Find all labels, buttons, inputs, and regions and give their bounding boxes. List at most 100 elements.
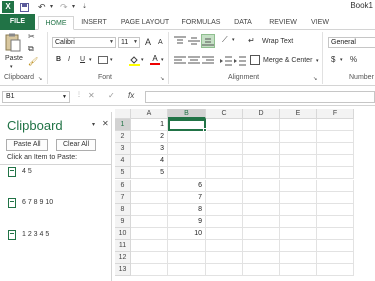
cell-C13[interactable] [206, 264, 243, 277]
fill-color-dropdown-icon[interactable]: ▾ [141, 55, 144, 65]
cell-B13[interactable] [168, 264, 206, 277]
cell-F9[interactable] [317, 215, 354, 228]
row-header-9[interactable]: 9 [115, 215, 131, 228]
tab-review[interactable]: REVIEW [264, 16, 302, 30]
merge-center-icon[interactable] [250, 55, 260, 65]
undo-dropdown-icon[interactable]: ▾ [50, 1, 53, 13]
paste-all-button[interactable]: Paste All [6, 139, 48, 151]
cell-F2[interactable] [317, 131, 354, 144]
insert-function-icon[interactable]: fx [128, 91, 134, 100]
tab-view[interactable]: VIEW [306, 16, 334, 30]
redo-dropdown-icon[interactable]: ▾ [72, 1, 75, 13]
paste-button[interactable]: Paste [5, 54, 23, 64]
cell-D12[interactable] [243, 252, 280, 265]
fill-color-icon[interactable] [129, 55, 140, 66]
cell-B1[interactable] [168, 119, 207, 133]
underline-button[interactable]: U [80, 55, 85, 65]
wrap-text-button[interactable]: Wrap Text [262, 37, 293, 47]
cell-D10[interactable] [243, 227, 280, 240]
cell-C5[interactable] [206, 167, 243, 180]
font-launcher-icon[interactable]: ↘ [160, 74, 164, 84]
align-middle-icon[interactable] [188, 36, 200, 46]
cell-D13[interactable] [243, 264, 280, 277]
cell-F13[interactable] [317, 264, 354, 277]
wrap-text-icon[interactable]: ↵ [248, 36, 255, 46]
decrease-indent-icon[interactable] [220, 56, 232, 66]
clear-all-button[interactable]: Clear All [56, 139, 96, 151]
cell-C12[interactable] [206, 252, 243, 265]
cell-F6[interactable] [317, 179, 354, 192]
align-right-icon[interactable] [202, 56, 214, 66]
italic-button[interactable]: I [68, 55, 70, 65]
align-center-icon[interactable] [188, 56, 200, 66]
cell-A11[interactable] [131, 240, 168, 253]
grow-font-button[interactable]: A [145, 37, 151, 47]
cell-E9[interactable] [280, 215, 317, 228]
number-format-select[interactable]: General [328, 37, 375, 48]
cell-C11[interactable] [206, 240, 243, 253]
formula-input[interactable] [145, 91, 375, 103]
row-header-8[interactable]: 8 [115, 203, 131, 216]
row-header-3[interactable]: 3 [115, 143, 131, 156]
column-header-D[interactable]: D [243, 109, 280, 119]
tab-home[interactable]: HOME [38, 16, 74, 30]
column-header-E[interactable]: E [280, 109, 317, 119]
cell-E11[interactable] [280, 240, 317, 253]
cell-A8[interactable] [131, 203, 168, 216]
cell-E12[interactable] [280, 252, 317, 265]
tab-data[interactable]: DATA [228, 16, 258, 30]
cell-F5[interactable] [317, 167, 354, 180]
column-header-B[interactable]: B [168, 109, 206, 119]
align-bottom-icon[interactable] [201, 34, 215, 48]
cell-D3[interactable] [243, 143, 280, 156]
cell-A12[interactable] [131, 252, 168, 265]
cell-F10[interactable] [317, 227, 354, 240]
row-header-2[interactable]: 2 [115, 131, 131, 144]
currency-button[interactable]: $ [331, 55, 335, 65]
cell-A9[interactable] [131, 215, 168, 228]
cell-C9[interactable] [206, 215, 243, 228]
bold-button[interactable]: B [56, 55, 61, 65]
cell-D1[interactable] [243, 119, 280, 132]
cell-F8[interactable] [317, 203, 354, 216]
alignment-launcher-icon[interactable]: ↘ [313, 74, 317, 84]
tab-page-layout[interactable]: PAGE LAYOUT [115, 16, 175, 30]
merge-center-button[interactable]: Merge & Center [263, 56, 312, 66]
align-left-icon[interactable] [174, 56, 186, 66]
cell-B3[interactable] [168, 143, 206, 156]
borders-dropdown-icon[interactable]: ▾ [110, 55, 113, 65]
format-painter-icon[interactable]: 🖌 [28, 57, 38, 67]
cell-F1[interactable] [317, 119, 354, 132]
cell-C2[interactable] [206, 131, 243, 144]
cell-C6[interactable] [206, 179, 243, 192]
cell-A13[interactable] [131, 264, 168, 277]
align-top-icon[interactable] [174, 36, 186, 46]
cut-icon[interactable]: ✂ [28, 32, 35, 42]
shrink-font-button[interactable]: A [158, 38, 163, 48]
cell-D7[interactable] [243, 191, 280, 204]
cell-B9[interactable]: 9 [168, 215, 206, 228]
clipboard-launcher-icon[interactable]: ↘ [38, 74, 42, 84]
cell-B6[interactable]: 6 [168, 179, 206, 192]
cell-E13[interactable] [280, 264, 317, 277]
cell-A3[interactable]: 3 [131, 143, 168, 156]
currency-dropdown-icon[interactable]: ▾ [340, 55, 343, 65]
column-header-C[interactable]: C [206, 109, 243, 119]
cell-B11[interactable] [168, 240, 206, 253]
select-all-corner[interactable] [115, 109, 131, 119]
cell-F3[interactable] [317, 143, 354, 156]
row-header-5[interactable]: 5 [115, 167, 131, 180]
row-header-6[interactable]: 6 [115, 179, 131, 192]
cell-E4[interactable] [280, 155, 317, 168]
tab-insert[interactable]: INSERT [76, 16, 112, 30]
underline-dropdown-icon[interactable]: ▾ [89, 55, 92, 65]
cell-E7[interactable] [280, 191, 317, 204]
cell-C10[interactable] [206, 227, 243, 240]
cell-E3[interactable] [280, 143, 317, 156]
column-header-A[interactable]: A [131, 109, 168, 119]
font-color-dropdown-icon[interactable]: ▾ [161, 55, 164, 65]
cell-B2[interactable] [168, 131, 206, 144]
font-color-icon[interactable]: A [150, 54, 160, 66]
cell-B4[interactable] [168, 155, 206, 168]
close-icon[interactable]: ✕ [102, 119, 109, 128]
